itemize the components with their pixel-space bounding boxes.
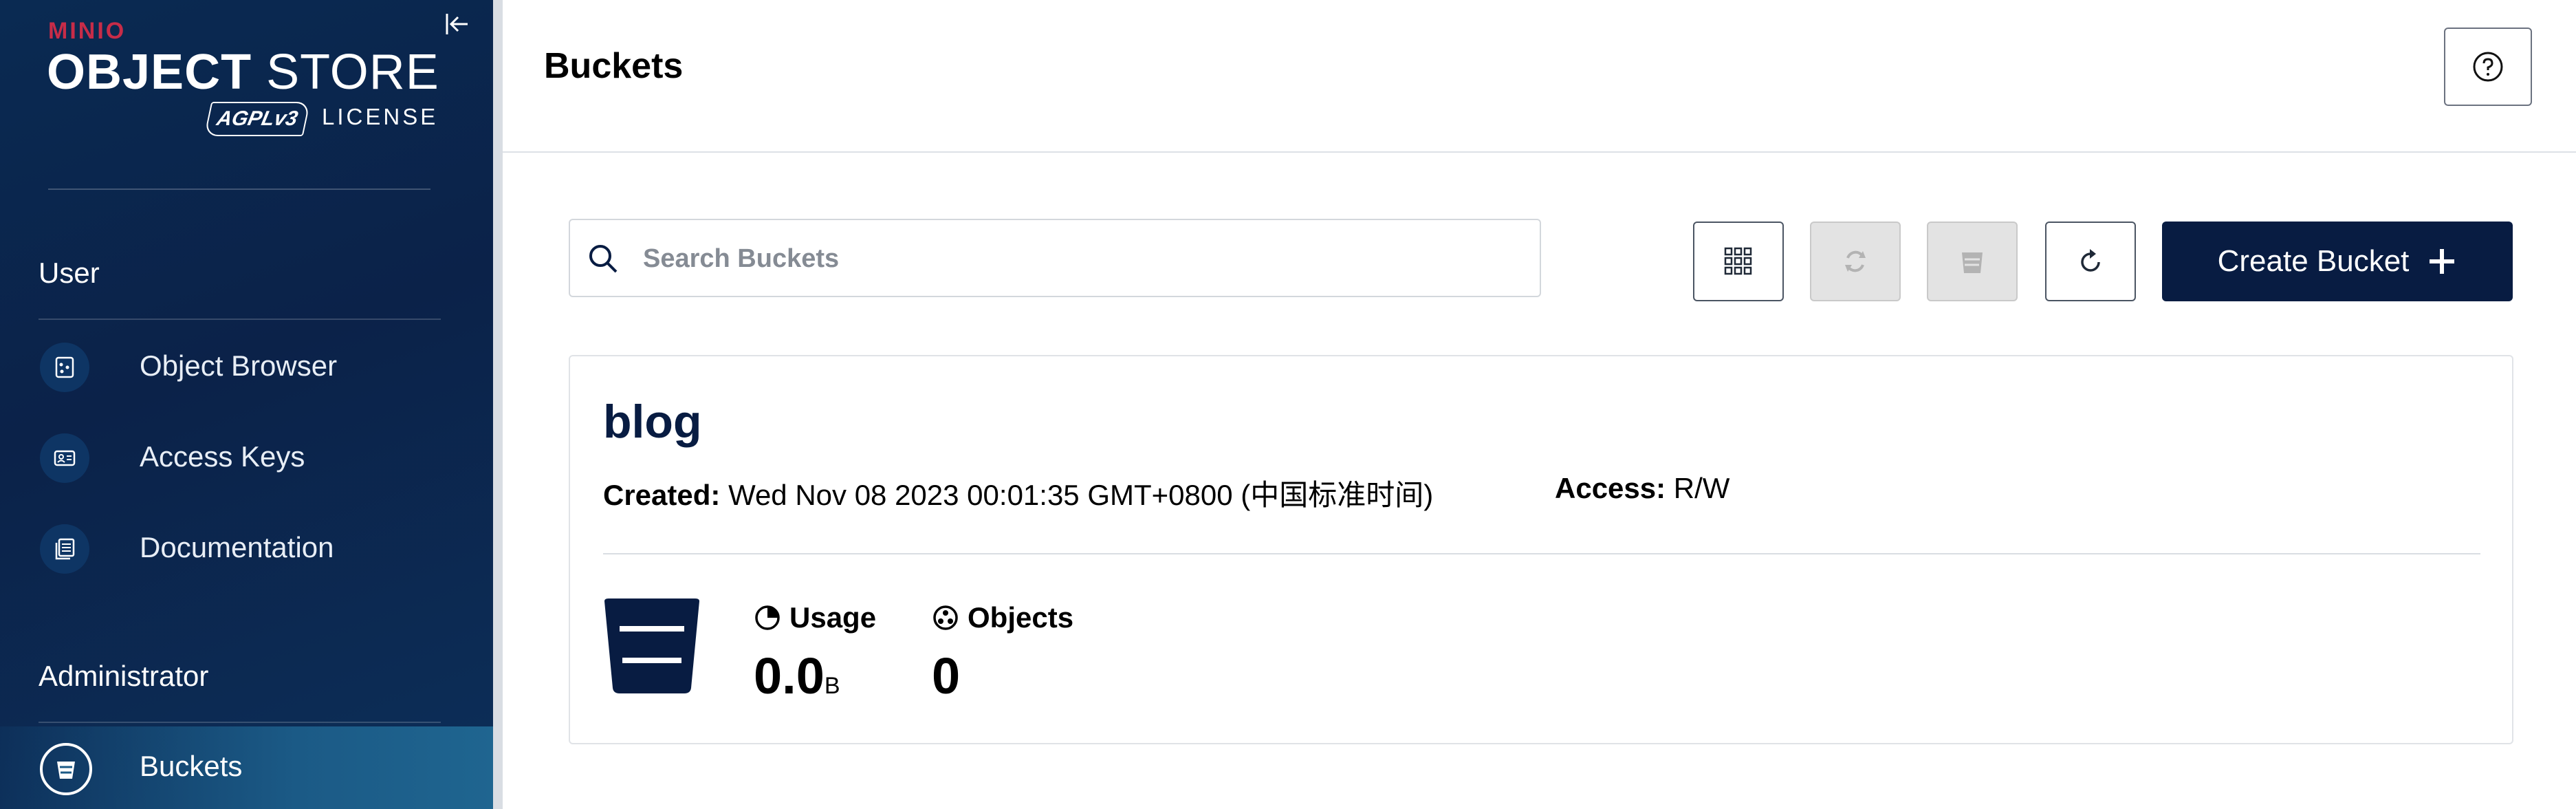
refresh-button[interactable] <box>2045 222 2136 301</box>
objects-stat: Objects 0 <box>932 601 1073 705</box>
usage-label: Usage <box>789 601 877 634</box>
access-keys-icon <box>40 433 89 483</box>
select-multiple-button[interactable] <box>1693 222 1784 301</box>
create-bucket-button[interactable]: Create Bucket <box>2162 222 2513 301</box>
search-input[interactable] <box>642 235 1525 282</box>
sidebar-item-object-browser[interactable]: Object Browser <box>0 326 493 409</box>
bucket-icon <box>40 743 92 795</box>
bucket-access: Access: R/W <box>1555 472 1729 505</box>
plus-icon <box>2430 249 2455 274</box>
help-button[interactable] <box>2444 28 2532 106</box>
section-label-user: User <box>39 257 100 289</box>
sidebar-divider <box>48 188 430 190</box>
logo-product: OBJECT STORE <box>47 44 439 100</box>
objects-icon <box>933 605 958 630</box>
sidebar-item-documentation[interactable]: Documentation <box>0 508 493 590</box>
created-value: Wed Nov 08 2023 00:01:35 GMT+0800 (中国标准时… <box>728 479 1434 511</box>
refresh-icon <box>2081 249 2100 272</box>
objects-header: Objects <box>932 601 1073 634</box>
agpl-badge: AGPLv3 <box>204 102 311 136</box>
pie-chart-icon <box>755 605 780 630</box>
set-lifecycle-button[interactable] <box>1927 222 2018 301</box>
logo-brand: MINIO <box>48 18 127 44</box>
objects-value: 0 <box>932 647 961 704</box>
section-label-administrator: Administrator <box>39 660 209 692</box>
sidebar-item-label: Documentation <box>140 531 334 563</box>
access-value: R/W <box>1673 472 1730 504</box>
card-divider <box>603 553 2480 554</box>
usage-value-container: 0.0B <box>754 647 876 705</box>
bucket-name[interactable]: blog <box>603 395 702 449</box>
sidebar: MINIO OBJECT STORE AGPLv3 LICENSE User O… <box>0 0 503 809</box>
page-header: Buckets <box>503 0 2576 153</box>
usage-value: 0.0 <box>754 647 825 704</box>
section-divider <box>39 319 441 320</box>
create-bucket-label: Create Bucket <box>2217 244 2410 278</box>
lifecycle-icon <box>1962 252 1983 273</box>
page-title: Buckets <box>544 46 684 86</box>
access-label: Access: <box>1555 472 1666 504</box>
logo-product-bold: OBJECT <box>47 45 252 100</box>
logo-license: LICENSE <box>322 104 439 129</box>
object-browser-icon <box>40 343 89 392</box>
sidebar-item-buckets[interactable]: Buckets <box>0 726 493 809</box>
logo-product-light: STORE <box>266 45 439 100</box>
grid-icon <box>1724 247 1752 275</box>
sidebar-item-label: Access Keys <box>140 440 305 473</box>
help-icon <box>2473 52 2503 82</box>
usage-unit: B <box>824 673 840 699</box>
bucket-graphic-icon <box>603 597 701 698</box>
set-replication-button[interactable] <box>1810 222 1901 301</box>
search-bar <box>569 219 1541 297</box>
objects-label: Objects <box>968 601 1074 634</box>
replication-icon <box>1845 250 1866 272</box>
usage-stat: Usage 0.0B <box>754 601 876 705</box>
created-label: Created: <box>603 479 721 511</box>
sidebar-item-label: Object Browser <box>140 349 338 382</box>
search-icon <box>587 242 620 279</box>
bucket-card[interactable]: blog Created: Wed Nov 08 2023 00:01:35 G… <box>569 355 2513 744</box>
collapse-sidebar-icon[interactable] <box>440 7 474 41</box>
usage-header: Usage <box>754 601 876 634</box>
documentation-icon <box>40 524 89 574</box>
sidebar-item-label: Buckets <box>140 750 243 782</box>
sidebar-item-access-keys[interactable]: Access Keys <box>0 417 493 499</box>
bucket-created: Created: Wed Nov 08 2023 00:01:35 GMT+08… <box>603 472 1433 514</box>
sidebar-edge <box>493 0 503 809</box>
section-divider <box>39 722 441 723</box>
